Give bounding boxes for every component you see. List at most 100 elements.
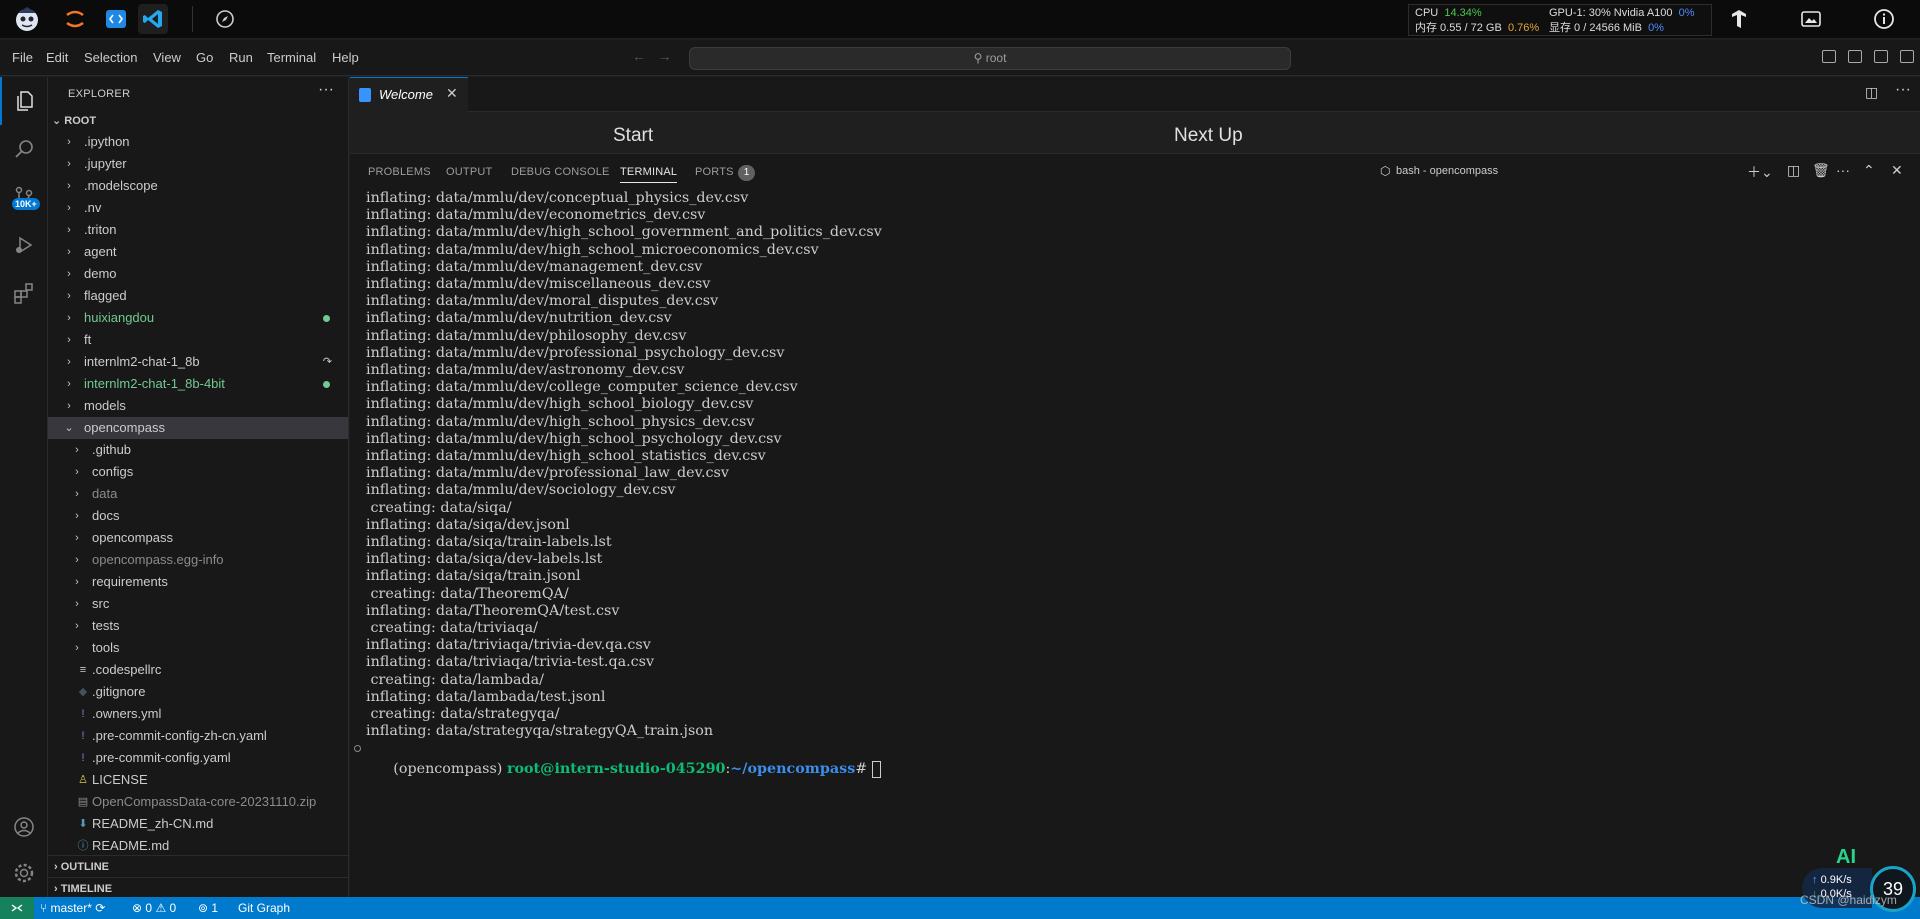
folder-item[interactable]: › internlm2-chat-1_8b ↷	[48, 351, 348, 373]
root-folder-header[interactable]: ⌄ ROOT	[52, 114, 96, 127]
folder-item[interactable]: › opencompass	[48, 527, 348, 549]
toggle-panel-icon[interactable]	[1848, 50, 1862, 63]
menu-view[interactable]: View	[153, 50, 181, 65]
folder-item[interactable]: › .modelscope	[48, 175, 348, 197]
remote-indicator[interactable]	[0, 897, 34, 919]
folder-item[interactable]: › models	[48, 395, 348, 417]
tab-welcome[interactable]: Welcome ✕	[350, 77, 468, 112]
tree-item-label: opencompass	[84, 420, 165, 435]
problems-status[interactable]: ⊗ 0 ⚠ 0	[132, 901, 176, 915]
menu-terminal[interactable]: Terminal	[267, 50, 316, 65]
ai-assistant-icon[interactable]: AI	[1836, 846, 1856, 869]
file-type-icon: !	[81, 730, 85, 742]
file-item[interactable]: ⬇ README_zh-CN.md	[48, 813, 348, 835]
folder-item[interactable]: › data	[48, 483, 348, 505]
search-view-icon[interactable]	[0, 125, 48, 173]
folder-item[interactable]: › configs	[48, 461, 348, 483]
run-debug-icon[interactable]	[0, 221, 48, 269]
timeline-section[interactable]: › TIMELINE	[48, 877, 348, 899]
close-panel-icon[interactable]: ✕	[1891, 162, 1903, 179]
folder-item[interactable]: › .ipython	[48, 131, 348, 153]
folder-item[interactable]: › ft	[48, 329, 348, 351]
accounts-icon[interactable]	[0, 803, 48, 851]
file-item[interactable]: ⓘ README.md	[48, 835, 348, 857]
folder-item[interactable]: › agent	[48, 241, 348, 263]
folder-item[interactable]: › .triton	[48, 219, 348, 241]
branch-status[interactable]: ⑂ master* ⟳	[40, 901, 105, 915]
folder-item[interactable]: › flagged	[48, 285, 348, 307]
code-editor-icon[interactable]	[101, 4, 131, 34]
folder-item[interactable]: › opencompass.egg-info	[48, 549, 348, 571]
file-item[interactable]: ◆ .gitignore	[48, 681, 348, 703]
more-actions-icon[interactable]: ···	[318, 81, 334, 99]
folder-item[interactable]: › src	[48, 593, 348, 615]
new-terminal-icon[interactable]: ＋⌄	[1747, 162, 1773, 182]
file-item[interactable]: ▤ OpenCompassData-core-20231110.zip	[48, 791, 348, 813]
root-label: ROOT	[64, 115, 97, 127]
folder-item[interactable]: ⌄ opencompass	[48, 417, 348, 439]
menu-go[interactable]: Go	[196, 50, 213, 65]
editor-more-icon[interactable]: ···	[1895, 81, 1911, 99]
bottom-panel: PROBLEMS OUTPUT DEBUG CONSOLE TERMINAL P…	[350, 153, 1920, 897]
outline-section[interactable]: › OUTLINE	[48, 855, 348, 877]
settings-gear-icon[interactable]	[0, 849, 48, 897]
customize-layout-icon[interactable]	[1900, 50, 1914, 63]
warning-count: 0	[169, 901, 177, 915]
welcome-page: Start Next Up	[350, 113, 1920, 153]
file-item[interactable]: ♙ LICENSE	[48, 769, 348, 791]
tab-debug-console[interactable]: DEBUG CONSOLE	[511, 166, 610, 178]
menu-help[interactable]: Help	[332, 50, 359, 65]
terminal-name[interactable]: bash - opencompass	[1396, 165, 1498, 177]
toggle-primary-sidebar-icon[interactable]	[1822, 50, 1836, 63]
folder-item[interactable]: › .jupyter	[48, 153, 348, 175]
info-icon[interactable]	[1871, 6, 1897, 32]
gpu-value: 0%	[1678, 7, 1695, 19]
tree-item-label: .github	[92, 442, 132, 457]
tree-item-label: docs	[92, 508, 120, 523]
tab-ports[interactable]: PORTS	[695, 166, 734, 178]
jupyter-icon[interactable]	[60, 4, 90, 34]
git-graph-button[interactable]: Git Graph	[238, 901, 290, 915]
folder-item[interactable]: › docs	[48, 505, 348, 527]
menu-selection[interactable]: Selection	[84, 50, 137, 65]
menu-edit[interactable]: Edit	[46, 50, 68, 65]
kill-terminal-icon[interactable]: 🗑	[1812, 162, 1830, 179]
folder-item[interactable]: › .github	[48, 439, 348, 461]
split-terminal-icon[interactable]: ◫	[1787, 162, 1800, 179]
file-item[interactable]: ! .owners.yml	[48, 703, 348, 725]
folder-item[interactable]: › tests	[48, 615, 348, 637]
folder-item[interactable]: › demo	[48, 263, 348, 285]
maximize-panel-icon[interactable]: ⌃	[1863, 162, 1875, 179]
menu-run[interactable]: Run	[229, 50, 253, 65]
file-item[interactable]: ≡ .codespellrc	[48, 659, 348, 681]
tree-item-label: .jupyter	[84, 156, 127, 171]
command-center-search[interactable]: ⚲ root	[689, 47, 1291, 70]
menu-file[interactable]: File	[12, 50, 33, 65]
terminal-prompt[interactable]: (opencompass) root@intern-studio-045290:…	[354, 739, 881, 778]
nav-back-forward[interactable]: ← →	[632, 48, 672, 64]
app-logo-icon[interactable]	[12, 4, 42, 34]
explorer-icon[interactable]	[0, 77, 48, 125]
toggle-secondary-sidebar-icon[interactable]	[1874, 50, 1888, 63]
folder-item[interactable]: › huixiangdou	[48, 307, 348, 329]
source-control-icon[interactable]	[0, 173, 48, 221]
ports-status[interactable]: ⊚ 1	[198, 901, 218, 915]
tensorflow-icon[interactable]	[1726, 6, 1752, 32]
compass-icon[interactable]	[210, 4, 240, 34]
file-item[interactable]: ! .pre-commit-config.yaml	[48, 747, 348, 769]
folder-item[interactable]: › internlm2-chat-1_8b-4bit	[48, 373, 348, 395]
image-icon[interactable]	[1798, 6, 1824, 32]
tab-terminal[interactable]: TERMINAL	[620, 166, 678, 183]
tab-problems[interactable]: PROBLEMS	[368, 166, 431, 178]
folder-item[interactable]: › tools	[48, 637, 348, 659]
split-editor-icon[interactable]: ◫	[1865, 84, 1878, 101]
extensions-icon[interactable]	[0, 269, 48, 317]
file-item[interactable]: ! .pre-commit-config-zh-cn.yaml	[48, 725, 348, 747]
tab-output[interactable]: OUTPUT	[446, 166, 492, 178]
folder-item[interactable]: › .nv	[48, 197, 348, 219]
close-icon[interactable]: ✕	[446, 85, 458, 102]
vscode-icon[interactable]	[138, 4, 168, 34]
panel-more-icon[interactable]: ···	[1836, 162, 1850, 178]
folder-item[interactable]: › requirements	[48, 571, 348, 593]
welcome-start-heading: Start	[613, 125, 654, 146]
